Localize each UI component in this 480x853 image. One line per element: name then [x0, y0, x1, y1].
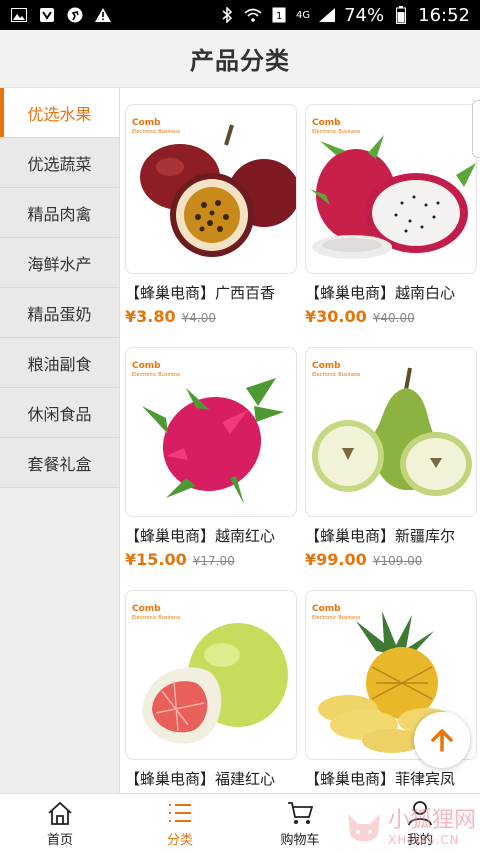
product-price: ¥3.80 [125, 307, 176, 326]
product-title[interactable]: 【蜂巢电商】越南红心 [125, 525, 297, 546]
list-icon [169, 803, 191, 822]
product-grid: Comb Electronic Business 【蜂巢电商】广西百香 ¥3.80… [120, 88, 480, 793]
product-price: ¥15.00 [125, 550, 187, 569]
category-item-meat[interactable]: 精品肉禽 [0, 188, 119, 238]
category-label: 粮油副食 [27, 354, 92, 374]
side-pull-tab[interactable] [472, 100, 480, 158]
tab-label: 分类 [166, 832, 193, 848]
category-item-eggs-dairy[interactable]: 精品蛋奶 [0, 288, 119, 338]
warning-icon [94, 7, 112, 23]
product-image[interactable]: Comb Electronic Business [305, 347, 477, 517]
category-label: 优选水果 [27, 104, 92, 124]
product-card[interactable]: Comb Electronic Business 【蜂巢电商】福建红心 [125, 590, 297, 789]
tab-category[interactable]: 分类 [120, 794, 240, 853]
category-label: 优选蔬菜 [27, 154, 92, 174]
page-title: 产品分类 [190, 47, 290, 75]
tab-home[interactable]: 首页 [0, 794, 120, 853]
product-card[interactable]: Comb Electronic Business 【蜂巢电商】广西百香 ¥3.80… [125, 104, 297, 326]
tab-cart[interactable]: 购物车 [240, 794, 360, 853]
product-original-price: ¥109.00 [372, 554, 423, 568]
watermark: 小狐狸网 XHLWS.CN [344, 804, 480, 852]
app-icon [38, 7, 56, 23]
brand-logo: Comb Electronic Business [312, 604, 361, 622]
gallery-icon [10, 7, 28, 23]
tab-label: 首页 [46, 832, 73, 848]
watermark-text: 小狐狸网 [388, 808, 477, 834]
battery-icon [392, 6, 410, 24]
fox-logo-icon [348, 814, 380, 842]
home-icon [48, 801, 72, 825]
clock: 16:52 [418, 4, 470, 26]
bluetooth-icon [218, 7, 236, 23]
category-item-vegetables[interactable]: 优选蔬菜 [0, 138, 119, 188]
product-original-price: ¥40.00 [372, 311, 415, 325]
product-title[interactable]: 【蜂巢电商】菲律宾凤 [305, 768, 477, 789]
page-header: 产品分类 [0, 30, 480, 88]
product-title[interactable]: 【蜂巢电商】越南白心 [305, 282, 477, 303]
category-label: 精品蛋奶 [27, 304, 92, 324]
status-bar: 1 4G 74% 16:52 [0, 0, 480, 30]
run-icon [66, 7, 84, 23]
product-original-price: ¥4.00 [181, 311, 216, 325]
category-item-snacks[interactable]: 休闲食品 [0, 388, 119, 438]
arrow-up-icon [431, 729, 453, 752]
product-card[interactable]: Comb Electronic Business 【蜂巢电商】新疆库尔 ¥99.0… [305, 347, 477, 569]
product-card[interactable]: Comb Electronic Business 【蜂巢电商】越南白心 ¥30.0… [305, 104, 477, 326]
product-image[interactable]: Comb Electronic Business [125, 347, 297, 517]
category-label: 休闲食品 [27, 404, 92, 424]
product-price: ¥30.00 [305, 307, 367, 326]
category-label: 海鲜水产 [27, 254, 92, 274]
category-sidebar: 优选水果 优选蔬菜 精品肉禽 海鲜水产 精品蛋奶 粮油副食 休闲食品 套餐礼盒 [0, 88, 120, 793]
battery-level: 74% [344, 4, 385, 26]
wifi-icon [244, 7, 262, 23]
product-card[interactable]: Comb Electronic Business 【蜂巢电商】越南红心 ¥15.0… [125, 347, 297, 569]
category-label: 精品肉禽 [27, 204, 92, 224]
svg-text:1: 1 [276, 11, 282, 22]
brand-logo: Comb Electronic Business [312, 361, 361, 379]
brand-logo: Comb Electronic Business [132, 604, 181, 622]
brand-logo: Comb Electronic Business [132, 118, 181, 136]
product-title[interactable]: 【蜂巢电商】福建红心 [125, 768, 297, 789]
network-type: 4G [295, 9, 311, 21]
category-item-grain-oil[interactable]: 粮油副食 [0, 338, 119, 388]
product-original-price: ¥17.00 [192, 554, 235, 568]
watermark-domain: XHLWS.CN [388, 832, 460, 847]
scroll-to-top-button[interactable] [414, 712, 470, 768]
product-title[interactable]: 【蜂巢电商】广西百香 [125, 282, 297, 303]
sim-icon: 1 [270, 7, 288, 23]
cart-icon [288, 801, 314, 824]
category-item-seafood[interactable]: 海鲜水产 [0, 238, 119, 288]
brand-logo: Comb Electronic Business [132, 361, 181, 379]
product-image[interactable]: Comb Electronic Business [125, 104, 297, 274]
brand-logo: Comb Electronic Business [312, 118, 361, 136]
category-item-gift-box[interactable]: 套餐礼盒 [0, 438, 119, 488]
signal-icon [318, 7, 336, 23]
category-label: 套餐礼盒 [27, 454, 92, 474]
tab-label: 购物车 [280, 832, 320, 848]
category-item-fruit[interactable]: 优选水果 [0, 88, 119, 138]
product-title[interactable]: 【蜂巢电商】新疆库尔 [305, 525, 477, 546]
product-image[interactable]: Comb Electronic Business [125, 590, 297, 760]
product-price: ¥99.00 [305, 550, 367, 569]
product-image[interactable]: Comb Electronic Business [305, 104, 477, 274]
